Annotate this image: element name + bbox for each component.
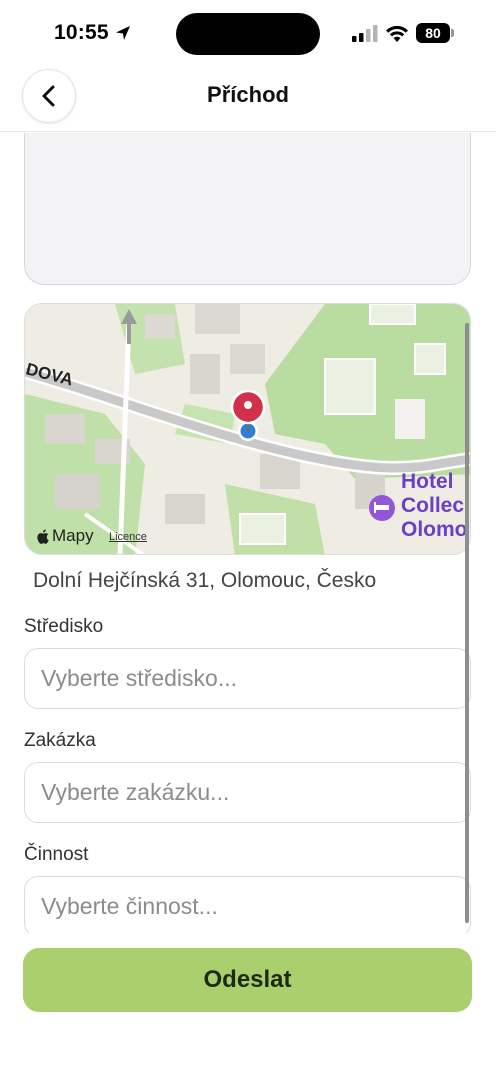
zakazka-label: Zakázka (24, 730, 96, 751)
map-attribution: Mapy (37, 526, 94, 546)
poi-line: Collec (401, 494, 465, 517)
status-bar: 10:55 80 (0, 0, 496, 64)
poi-line: Hotel (401, 470, 454, 493)
cinnost-placeholder: Vyberte činnost... (41, 893, 218, 919)
zakazka-placeholder: Vyberte zakázku... (41, 779, 230, 805)
navigation-bar: Příchod (0, 64, 496, 132)
map-poi-label[interactable]: Hotel Collec Olomo (401, 470, 468, 542)
address-text: Dolní Hejčínská 31, Olomouc, Česko (33, 569, 377, 592)
cellular-signal-icon (352, 25, 378, 42)
location-map[interactable]: DOVA Hotel Collec Olomo Mapy Licence (24, 303, 471, 555)
apple-logo-icon (37, 528, 49, 544)
cinnost-select[interactable]: Vyberte činnost... (24, 876, 471, 933)
submit-button[interactable]: Odeslat (23, 948, 472, 1012)
dynamic-island (176, 13, 320, 55)
form-scroll-area[interactable]: DOVA Hotel Collec Olomo Mapy Licence Dol… (0, 133, 496, 933)
note-textarea[interactable] (24, 133, 471, 285)
page-title: Příchod (207, 82, 289, 107)
stredisko-select[interactable]: Vyberte středisko... (24, 648, 471, 709)
poi-line: Olomo (401, 518, 468, 541)
status-time: 10:55 (54, 21, 109, 44)
stredisko-placeholder: Vyberte středisko... (41, 665, 238, 691)
map-licence-link[interactable]: Licence (109, 531, 147, 543)
cinnost-label: Činnost (24, 844, 89, 865)
battery-indicator: 80 (416, 23, 454, 43)
stredisko-label: Středisko (24, 616, 104, 637)
location-arrow-icon (116, 26, 130, 40)
wifi-icon (386, 25, 408, 42)
scrollbar[interactable] (465, 323, 469, 923)
zakazka-select[interactable]: Vyberte zakázku... (24, 762, 471, 823)
map-attribution-text: Mapy (52, 526, 94, 545)
battery-level: 80 (416, 23, 450, 43)
battery-cap (451, 29, 454, 37)
